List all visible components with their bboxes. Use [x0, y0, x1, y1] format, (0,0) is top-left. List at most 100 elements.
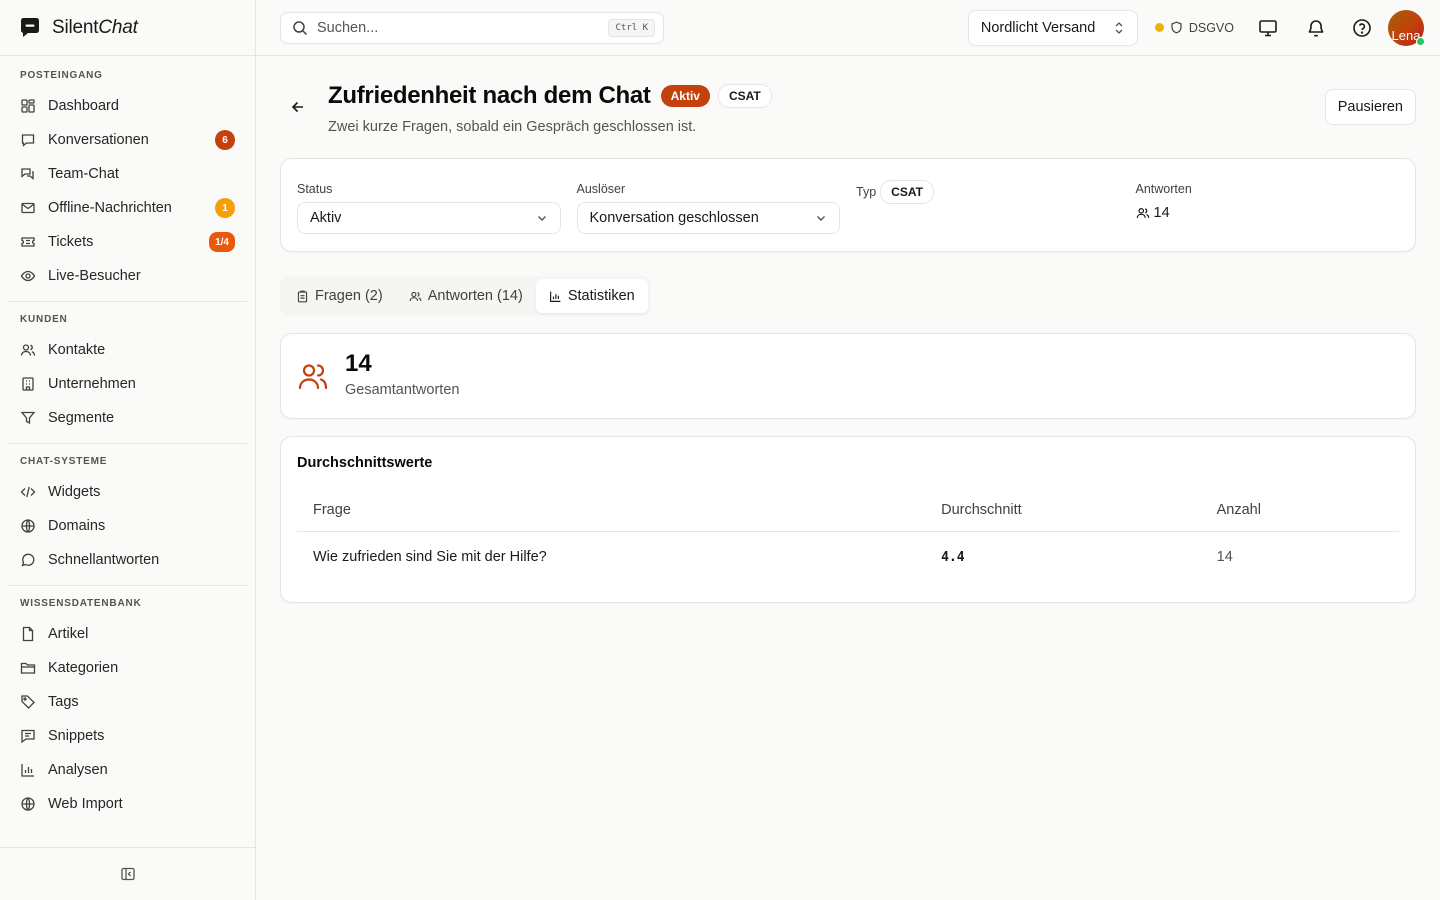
- status-label: Status: [297, 182, 333, 196]
- total-responses-value: 14: [345, 350, 372, 377]
- logo-icon: [21, 17, 39, 37]
- sidebar-item-offline-messages[interactable]: Offline-Nachrichten 1: [8, 191, 247, 225]
- sidebar-nav: POSTEINGANG Dashboard Konversationen 6 T…: [0, 56, 255, 846]
- tab-responses[interactable]: Antworten (14): [396, 279, 536, 313]
- type-label: Typ: [856, 185, 877, 199]
- trigger-field: Auslöser Konversation geschlossen: [576, 159, 840, 251]
- sidebar-item-widgets[interactable]: Widgets: [8, 475, 247, 509]
- filter-icon: [20, 411, 36, 425]
- sidebar-item-articles[interactable]: Artikel: [8, 617, 247, 651]
- tag-icon: [21, 695, 35, 709]
- page-header: Zufriedenheit nach dem Chat Aktiv CSAT Z…: [280, 80, 1416, 135]
- sidebar-item-segments[interactable]: Segmente: [8, 401, 247, 435]
- pause-button[interactable]: Pausieren: [1324, 89, 1416, 125]
- collapse-sidebar-icon[interactable]: [120, 866, 136, 882]
- notifications-button[interactable]: [1298, 10, 1334, 46]
- sidebar-item-label: Segmente: [48, 410, 115, 426]
- sidebar-item-label: Tickets: [48, 234, 94, 250]
- page-subtitle: Zwei kurze Fragen, sobald ein Gespräch g…: [328, 119, 697, 135]
- organization-switcher[interactable]: Nordlicht Versand: [967, 9, 1138, 46]
- user-avatar[interactable]: Lena: [1388, 9, 1425, 46]
- sidebar-item-label: Team-Chat: [48, 166, 119, 182]
- sidebar-item-tags[interactable]: Tags: [8, 685, 247, 719]
- sidebar-item-label: Analysen: [48, 762, 108, 778]
- sidebar-item-label: Live-Besucher: [48, 268, 141, 284]
- sidebar-item-label: Kontakte: [48, 342, 106, 358]
- tab-statistics[interactable]: Statistiken: [535, 279, 648, 313]
- trigger-select[interactable]: Konversation geschlossen: [576, 202, 840, 234]
- clipboard-icon: [297, 290, 308, 302]
- folder-icon: [20, 662, 36, 674]
- nav-group-label: KUNDEN: [20, 314, 68, 325]
- sidebar: SilentChat POSTEINGANG Dashboard Konvers…: [0, 0, 256, 900]
- survey-info-card: Status Aktiv Auslöser Konversation gesch…: [280, 158, 1416, 252]
- sidebar-item-categories[interactable]: Kategorien: [8, 651, 247, 685]
- averages-title: Durchschnittswerte: [297, 455, 433, 471]
- users-icon: [298, 364, 328, 390]
- ticket-icon: [21, 237, 35, 247]
- chevron-down-icon: [537, 216, 546, 221]
- chat-icon: [21, 134, 35, 147]
- sidebar-item-domains[interactable]: Domains: [8, 509, 247, 543]
- monitor-icon: [1259, 19, 1277, 36]
- bar-chart-icon: [549, 291, 561, 302]
- users-icon: [1136, 208, 1149, 218]
- sidebar-item-dashboard[interactable]: Dashboard: [8, 89, 247, 123]
- topbar-actions: Nordlicht Versand DSGVO Lena: [967, 9, 1425, 46]
- nav-group-label: CHAT-SYSTEME: [20, 456, 108, 467]
- sidebar-item-analytics[interactable]: Analysen: [8, 753, 247, 787]
- sidebar-item-snippets[interactable]: Snippets: [8, 719, 247, 753]
- sidebar-item-team-chat[interactable]: Team-Chat: [8, 157, 247, 191]
- tab-label: Statistiken: [567, 288, 635, 304]
- online-indicator: [1416, 36, 1425, 46]
- eye-icon: [20, 270, 36, 282]
- sidebar-item-label: Konversationen: [48, 132, 149, 148]
- count-badge: 6: [215, 130, 235, 150]
- total-responses-card: 14 Gesamtantworten: [280, 333, 1416, 419]
- message-circle-icon: [21, 553, 35, 567]
- sidebar-item-tickets[interactable]: Tickets 1/4: [8, 225, 247, 259]
- monitor-button[interactable]: [1250, 10, 1286, 46]
- averages-table: Frage Durchschnitt Anzahl Wie zufrieden …: [297, 489, 1399, 583]
- count-badge: 1: [215, 198, 235, 218]
- gdpr-status[interactable]: DSGVO: [1154, 21, 1234, 35]
- column-header: Durchschnitt: [925, 489, 1201, 532]
- status-dot: [1154, 23, 1164, 32]
- back-button[interactable]: [278, 87, 318, 127]
- sidebar-item-web-import[interactable]: Web Import: [8, 787, 247, 821]
- page-content: Zufriedenheit nach dem Chat Aktiv CSAT Z…: [256, 56, 1440, 603]
- tab-questions[interactable]: Fragen (2): [283, 279, 396, 313]
- bar-chart-icon: [21, 764, 34, 777]
- search-box[interactable]: Ctrl K: [280, 11, 664, 44]
- brand[interactable]: SilentChat: [0, 0, 255, 56]
- sidebar-footer: [0, 847, 255, 900]
- page-title: Zufriedenheit nach dem Chat: [328, 82, 651, 109]
- sidebar-item-contacts[interactable]: Kontakte: [8, 333, 247, 367]
- sidebar-item-live-visitors[interactable]: Live-Besucher: [8, 259, 247, 293]
- question-cell: Wie zufrieden sind Sie mit der Hilfe?: [313, 549, 547, 566]
- topbar: Ctrl K Nordlicht Versand DSGVO: [256, 0, 1440, 56]
- app-name: SilentChat: [52, 16, 138, 38]
- tab-list: Fragen (2) Antworten (14) Statistiken: [280, 276, 651, 316]
- status-select[interactable]: Aktiv: [297, 202, 561, 234]
- sidebar-item-quick-replies[interactable]: Schnellantworten: [8, 543, 247, 577]
- search-input[interactable]: [317, 19, 600, 36]
- averages-card: Durchschnittswerte Frage Durchschnitt An…: [280, 436, 1416, 603]
- nav-group-chat-systems: CHAT-SYSTEME Widgets Domains Schnellantw…: [8, 454, 247, 586]
- column-header: Anzahl: [1200, 489, 1399, 532]
- type-row: Typ CSAT: [856, 180, 1120, 204]
- organization-name: Nordlicht Versand: [980, 19, 1096, 36]
- title-block: Zufriedenheit nach dem Chat Aktiv CSAT Z…: [328, 80, 772, 135]
- bell-icon: [1308, 19, 1324, 37]
- tab-label: Antworten (14): [427, 288, 523, 304]
- table-row: Wie zufrieden sind Sie mit der Hilfe? 4.…: [297, 531, 1399, 583]
- sidebar-item-label: Dashboard: [48, 98, 119, 114]
- code-icon: [20, 486, 36, 498]
- sidebar-item-companies[interactable]: Unternehmen: [8, 367, 247, 401]
- table-header-row: Frage Durchschnitt Anzahl: [297, 489, 1399, 532]
- sidebar-item-conversations[interactable]: Konversationen 6: [8, 123, 247, 157]
- tab-label: Fragen (2): [315, 288, 383, 304]
- help-button[interactable]: [1344, 10, 1380, 46]
- nav-group-customers: KUNDEN Kontakte Unternehmen Segmente: [8, 312, 247, 444]
- team-chat-icon: [21, 168, 34, 180]
